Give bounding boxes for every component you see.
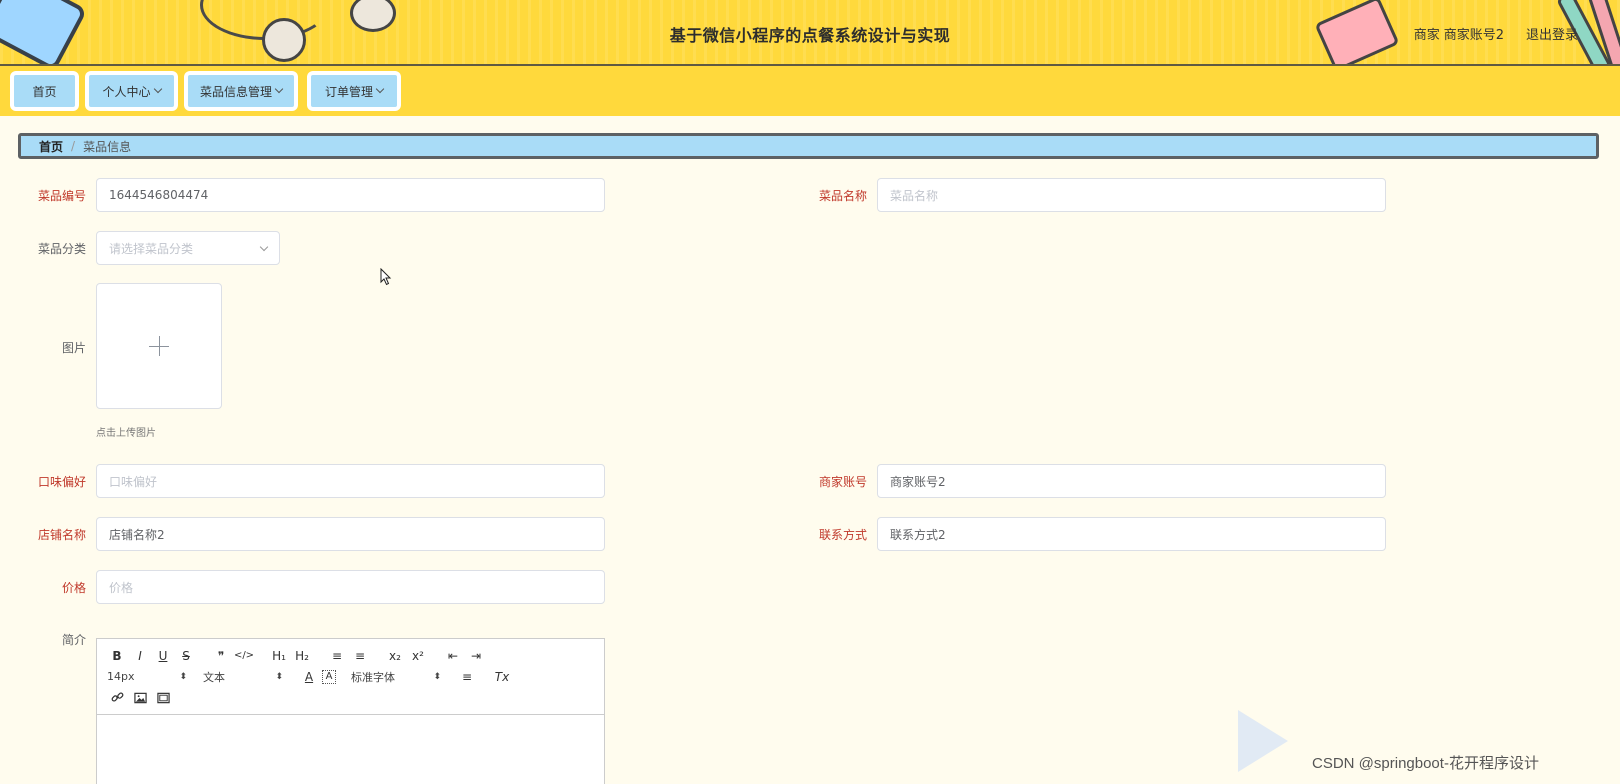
image-label: 图片 — [61, 341, 86, 355]
font-size-picker[interactable]: 14px ⬍ — [107, 670, 187, 683]
updown-icon: ⬍ — [275, 671, 283, 682]
image-upload-button[interactable] — [96, 283, 222, 409]
plus-icon — [159, 336, 160, 356]
nav-item-home[interactable]: 首页 — [10, 71, 79, 111]
user-info: 商家 商家账号2 — [1414, 24, 1504, 43]
link-icon[interactable] — [107, 689, 127, 707]
play-logo-icon — [1238, 710, 1288, 772]
nav-item-label: 首页 — [32, 84, 57, 99]
font-color-button[interactable]: A — [299, 668, 319, 686]
superscript-button[interactable]: x² — [408, 647, 428, 665]
category-label: 菜品分类 — [37, 242, 86, 256]
editor-content-area[interactable] — [97, 715, 604, 784]
updown-icon: ⬍ — [433, 671, 441, 682]
upload-tip: 点击上传图片 — [96, 428, 156, 439]
nav-item-order-management[interactable]: 订单管理 — [307, 71, 401, 111]
contact-value: 联系方式2 — [890, 527, 946, 542]
font-family-value: 标准字体 — [351, 670, 395, 684]
chevron-down-icon — [153, 84, 162, 94]
price-placeholder: 价格 — [109, 580, 134, 595]
user-role: 商家 — [1413, 28, 1440, 43]
price-input[interactable]: 价格 — [96, 570, 605, 604]
shop-name-input[interactable]: 店铺名称2 — [96, 517, 605, 551]
underline-button[interactable]: U — [153, 647, 173, 665]
dish-name-input[interactable]: 菜品名称 — [877, 178, 1386, 212]
breadcrumb-current: 菜品信息 — [83, 139, 132, 154]
video-icon[interactable] — [153, 689, 173, 707]
font-size-value: 14px — [107, 670, 135, 683]
shop-name-label: 店铺名称 — [37, 528, 86, 542]
updown-icon: ⬍ — [179, 671, 187, 682]
dish-no-input[interactable]: 1644546804474 — [96, 178, 605, 212]
merchant-account-input[interactable]: 商家账号2 — [877, 464, 1386, 498]
logout-button[interactable]: 退出登录 — [1526, 24, 1578, 43]
subscript-button[interactable]: x₂ — [385, 647, 405, 665]
indent-button[interactable]: ⇥ — [466, 647, 486, 665]
strike-button[interactable]: S — [176, 647, 196, 665]
mouse-cursor-icon — [380, 268, 392, 286]
code-button[interactable]: </> — [234, 647, 254, 665]
header-value: 文本 — [203, 670, 225, 684]
h1-button[interactable]: H₁ — [269, 647, 289, 665]
taste-label: 口味偏好 — [37, 475, 86, 489]
chevron-down-icon — [259, 242, 269, 252]
align-button[interactable]: ≡ — [457, 668, 477, 686]
intro-rich-editor: B I U S ❞ </> H₁ H₂ ≡ ≡ x₂ x² ⇤ ⇥ 14px ⬍ … — [96, 638, 605, 784]
breadcrumb: 首页 / 菜品信息 — [18, 133, 1599, 159]
watermark-text: CSDN @springboot-花开程序设计 — [1312, 755, 1539, 772]
h2-button[interactable]: H₂ — [292, 647, 312, 665]
italic-button[interactable]: I — [130, 647, 150, 665]
chevron-down-icon — [274, 84, 284, 94]
nav-item-personal-center[interactable]: 个人中心 — [85, 71, 178, 111]
nav-item-label: 订单管理 — [324, 84, 373, 99]
intro-label: 简介 — [61, 633, 86, 647]
dish-name-label: 菜品名称 — [818, 189, 867, 203]
app-title: 基于微信小程序的点餐系统设计与实现 — [669, 26, 951, 45]
category-select[interactable]: 请选择菜品分类 — [96, 231, 280, 265]
category-placeholder: 请选择菜品分类 — [109, 241, 194, 256]
nav-item-label: 菜品信息管理 — [199, 84, 272, 99]
ordered-list-button[interactable]: ≡ — [327, 647, 347, 665]
bullet-list-button[interactable]: ≡ — [350, 647, 370, 665]
price-label: 价格 — [61, 581, 86, 595]
contact-input[interactable]: 联系方式2 — [877, 517, 1386, 551]
top-nav: 首页 个人中心 菜品信息管理 订单管理 — [0, 66, 1620, 116]
image-icon[interactable] — [130, 689, 150, 707]
clean-format-button[interactable]: Tx — [492, 668, 512, 686]
quote-button[interactable]: ❞ — [211, 647, 231, 665]
dish-name-placeholder: 菜品名称 — [890, 188, 939, 203]
font-family-picker[interactable]: 标准字体 ⬍ — [351, 669, 441, 685]
breadcrumb-separator: / — [71, 139, 76, 153]
breadcrumb-home[interactable]: 首页 — [39, 138, 63, 155]
nav-item-label: 个人中心 — [102, 84, 151, 99]
user-name: 商家账号2 — [1443, 28, 1504, 43]
background-color-button[interactable]: A — [322, 669, 336, 684]
app-header: 基于微信小程序的点餐系统设计与实现 商家 商家账号2 退出登录 — [0, 0, 1620, 66]
nav-item-dish-management[interactable]: 菜品信息管理 — [184, 71, 298, 111]
contact-label: 联系方式 — [818, 528, 867, 542]
editor-toolbar: B I U S ❞ </> H₁ H₂ ≡ ≡ x₂ x² ⇤ ⇥ 14px ⬍ … — [97, 639, 604, 715]
dish-no-label: 菜品编号 — [37, 189, 86, 203]
merchant-account-value: 商家账号2 — [890, 474, 946, 489]
user-area: 商家 商家账号2 退出登录 — [1414, 24, 1578, 43]
merchant-account-label: 商家账号 — [818, 475, 867, 489]
outdent-button[interactable]: ⇤ — [443, 647, 463, 665]
bold-button[interactable]: B — [107, 647, 127, 665]
dish-no-value: 1644546804474 — [109, 188, 209, 202]
taste-placeholder: 口味偏好 — [109, 474, 158, 489]
header-picker[interactable]: 文本 ⬍ — [203, 669, 283, 685]
chevron-down-icon — [375, 84, 385, 94]
shop-name-value: 店铺名称2 — [109, 527, 165, 542]
taste-input[interactable]: 口味偏好 — [96, 464, 605, 498]
